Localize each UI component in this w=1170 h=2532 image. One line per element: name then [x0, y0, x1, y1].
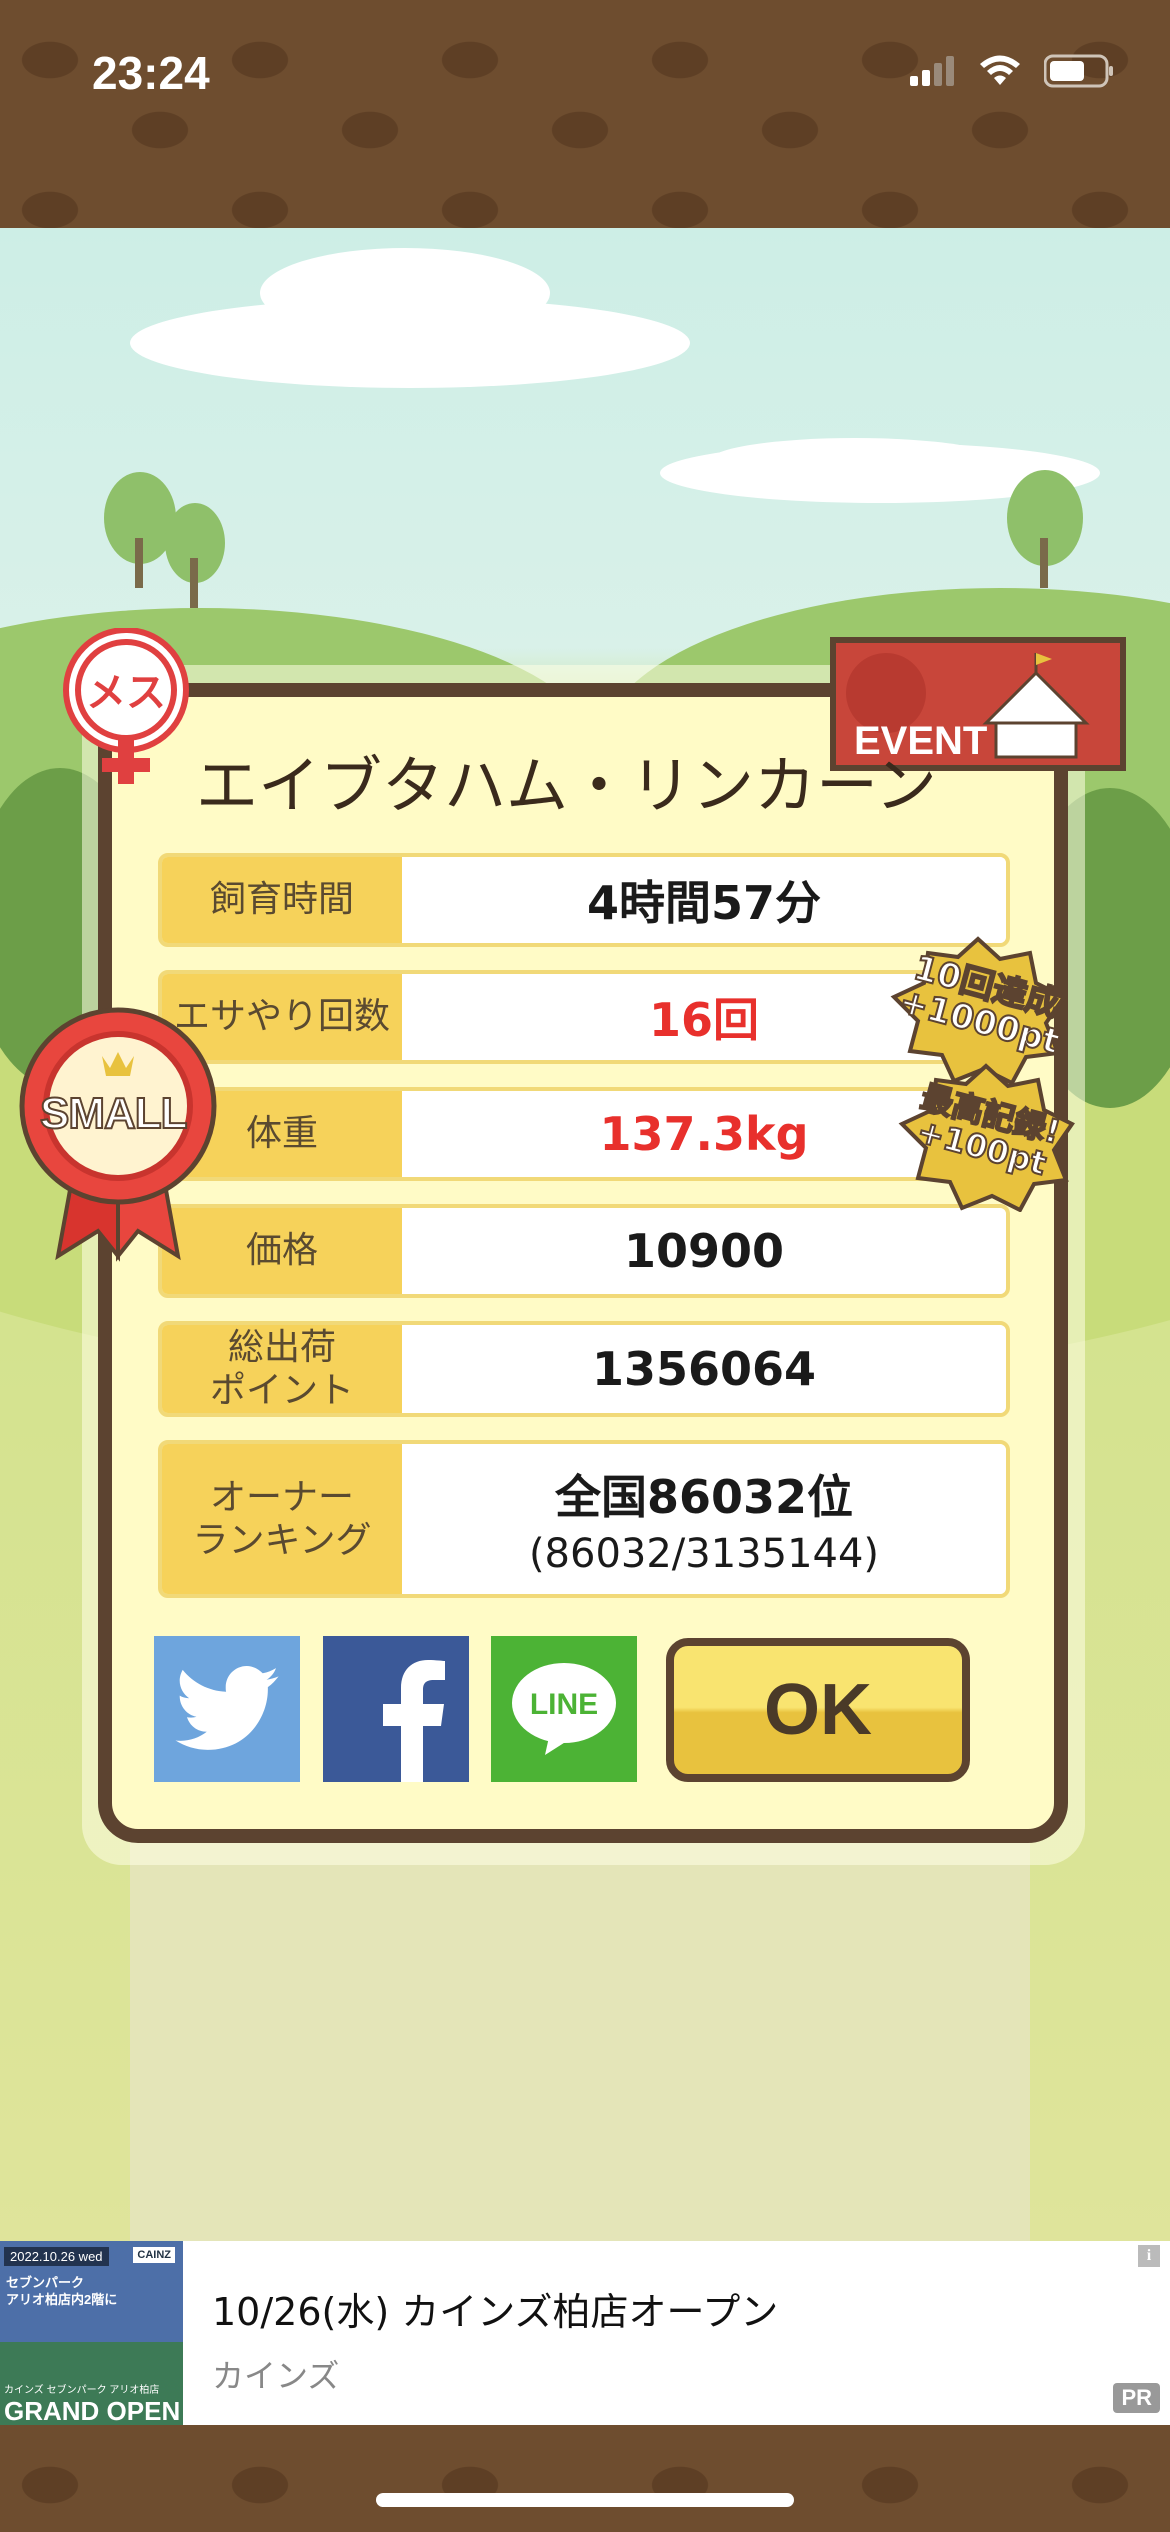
ad-thumb-date: 2022.10.26 wed	[4, 2247, 109, 2266]
twitter-icon	[175, 1666, 279, 1750]
stat-label: 飼育時間	[162, 857, 402, 943]
stat-label: 総出荷 ポイント	[162, 1325, 402, 1413]
facebook-icon	[383, 1660, 445, 1782]
ranking-detail: (86032/3135144)	[528, 1531, 880, 1577]
ad-thumbnail[interactable]: 2022.10.26 wed CAINZ セブンパーク アリオ柏店内2階に カイ…	[0, 2241, 183, 2426]
ad-info-icon[interactable]: i	[1138, 2245, 1160, 2267]
ad-thumb-line2: アリオ柏店内2階に	[6, 2291, 118, 2307]
gender-label: メス	[86, 670, 166, 716]
ad-thumb-line1: セブンパーク	[6, 2275, 85, 2290]
small-size-label: SMALL	[39, 1088, 189, 1139]
stat-row-feed-count: エサやり回数 16回	[158, 970, 1010, 1064]
stat-row-feeding-time: 飼育時間 4時間57分	[158, 853, 1010, 947]
status-bar: 23:24	[0, 0, 1170, 150]
stat-value: 1356064	[402, 1325, 1006, 1413]
ad-thumb-small: カインズ セブンパーク アリオ柏店	[4, 2385, 160, 2396]
ad-thumb-grand: GRAND OPEN	[4, 2396, 181, 2426]
stat-row-price: 価格 10900	[158, 1204, 1010, 1298]
cellular-signal-icon	[910, 56, 954, 86]
stat-value: 10900	[402, 1208, 1006, 1294]
ranking-value: 全国86032位	[554, 1470, 854, 1524]
twitter-share-button[interactable]	[154, 1636, 300, 1782]
pet-name: エイブタハム・リンカーン	[196, 749, 937, 822]
bottom-pattern-background	[0, 2425, 1170, 2532]
ad-title[interactable]: 10/26(水) カインズ柏店オープン	[212, 2281, 778, 2336]
home-indicator[interactable]	[376, 2493, 794, 2507]
line-label: LINE	[529, 1688, 599, 1721]
achievement-badge-record: 最高記録! +100pt	[896, 1062, 1076, 1213]
stat-row-owner-ranking: オーナー ランキング 全国86032位 (86032/3135144)	[158, 1440, 1010, 1598]
facebook-share-button[interactable]	[323, 1636, 469, 1782]
ok-button[interactable]: OK	[666, 1638, 970, 1782]
wifi-icon	[980, 55, 1020, 85]
stat-label: オーナー ランキング	[162, 1444, 402, 1594]
ad-thumb-brand: CAINZ	[133, 2247, 175, 2263]
stat-value: 4時間57分	[402, 857, 1006, 943]
stat-row-shipping-points: 総出荷 ポイント 1356064	[158, 1321, 1010, 1417]
battery-icon	[1044, 54, 1113, 88]
female-badge: メス	[56, 627, 196, 788]
line-share-button[interactable]: LINE	[491, 1636, 637, 1782]
status-time: 23:24	[92, 47, 210, 99]
ad-sponsor: カインズ	[212, 2357, 340, 2395]
ad-pr-label: PR	[1113, 2383, 1160, 2413]
ok-button-label: OK	[764, 1670, 872, 1750]
ad-banner[interactable]: 2022.10.26 wed CAINZ セブンパーク アリオ柏店内2階に カイ…	[0, 2241, 1170, 2426]
stat-row-weight: 体重 137.3kg	[158, 1087, 1010, 1181]
